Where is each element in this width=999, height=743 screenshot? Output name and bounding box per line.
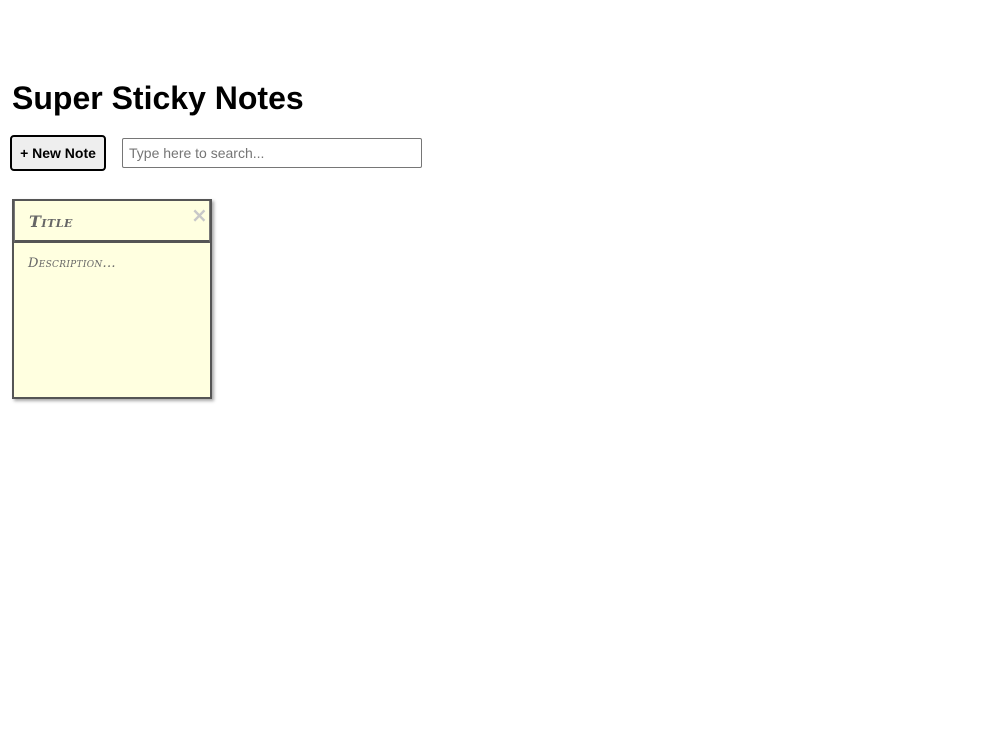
close-icon[interactable]: × <box>191 205 208 225</box>
app-root: Super Sticky Notes + New Note Title × De… <box>0 0 999 743</box>
sticky-note: Title × Description... <box>12 199 212 399</box>
note-title[interactable]: Title <box>29 212 73 231</box>
note-header: Title × <box>14 201 210 243</box>
page-title: Super Sticky Notes <box>12 80 304 116</box>
new-note-button[interactable]: + New Note <box>10 135 106 171</box>
note-description[interactable]: Description... <box>28 256 116 271</box>
search-input[interactable] <box>122 138 422 168</box>
